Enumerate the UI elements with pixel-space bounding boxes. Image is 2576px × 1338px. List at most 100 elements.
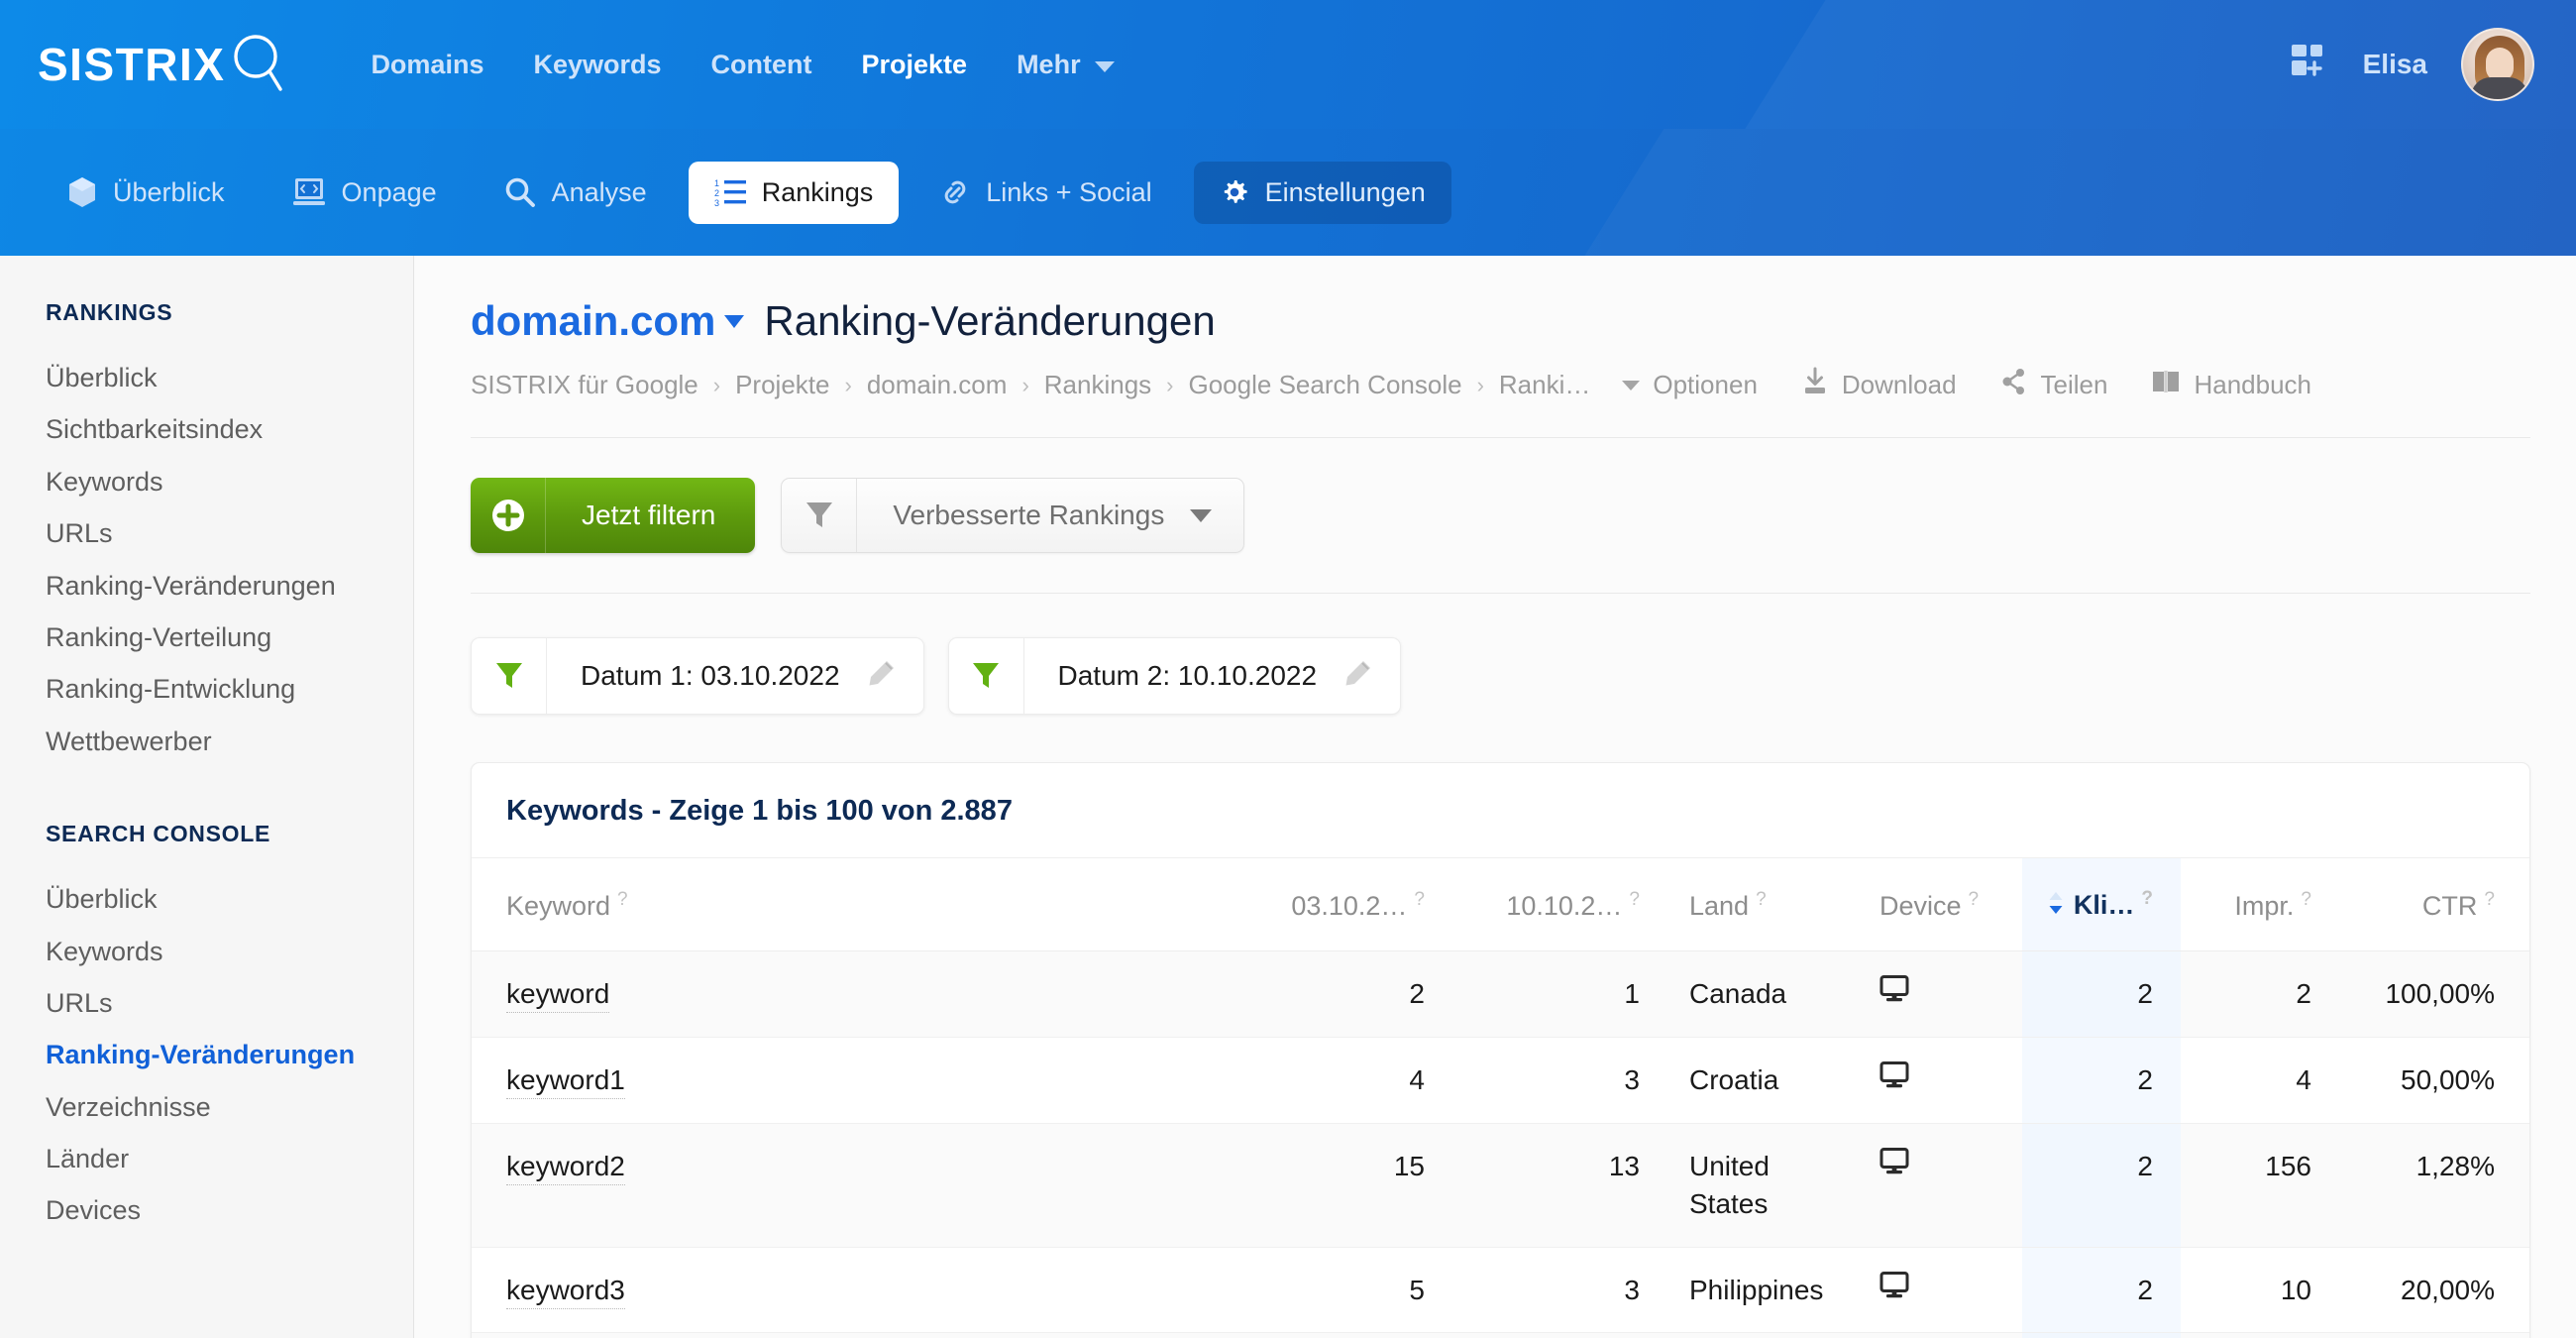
- help-icon[interactable]: ?: [1414, 889, 1425, 910]
- column-header-date1-label: 03.10.2…: [1291, 891, 1408, 922]
- user-name-label[interactable]: Elisa: [2363, 49, 2427, 80]
- keyword-link[interactable]: keyword2: [506, 1150, 625, 1185]
- sistrix-logo[interactable]: SISTRIX: [38, 32, 284, 98]
- column-header-date2[interactable]: 10.10.2…?: [1452, 858, 1665, 952]
- cell-land: Canada: [1665, 950, 1844, 1039]
- subnav-item-analyse[interactable]: Analyse: [479, 161, 673, 224]
- main-content: domain.com Ranking-Veränderungen SISTRIX…: [414, 256, 2576, 1338]
- help-icon[interactable]: ?: [1756, 889, 1767, 910]
- column-header-date2-label: 10.10.2…: [1506, 891, 1623, 922]
- help-icon[interactable]: ?: [2141, 888, 2153, 909]
- sidebar-item-wettbewerber[interactable]: Wettbewerber: [46, 716, 413, 767]
- sidebar-item-ranking-veraenderungen[interactable]: Ranking-Veränderungen: [46, 560, 413, 612]
- sidebar-item-sc-keywords[interactable]: Keywords: [46, 926, 413, 977]
- sidebar-item-sc-uberblick[interactable]: Überblick: [46, 873, 413, 925]
- subnav-item-einstellungen[interactable]: Einstellungen: [1193, 161, 1451, 224]
- breadcrumb-item-0[interactable]: SISTRIX für Google: [471, 370, 698, 400]
- handbuch-button[interactable]: Handbuch: [2151, 368, 2311, 402]
- domain-selector[interactable]: domain.com: [471, 297, 745, 345]
- table-row[interactable]: keyword1 4 3 Croatia 2 4 50,00%: [472, 1037, 2529, 1124]
- help-icon[interactable]: ?: [2301, 889, 2311, 910]
- date-chip-1[interactable]: Datum 1: 03.10.2022: [471, 637, 924, 715]
- help-icon[interactable]: ?: [617, 889, 628, 910]
- column-header-date1[interactable]: 03.10.2…?: [1239, 858, 1452, 952]
- subnav-item-label: Überblick: [113, 176, 225, 207]
- nav-item-keywords[interactable]: Keywords: [508, 40, 686, 90]
- divider: [471, 593, 2530, 594]
- date-chip-2[interactable]: Datum 2: 10.10.2022: [947, 637, 1402, 715]
- optionen-button[interactable]: Optionen: [1622, 370, 1758, 400]
- sidebar-item-laender[interactable]: Länder: [46, 1133, 413, 1184]
- table-row[interactable]: keyword2 15 13 United States 2 156 1,28%: [472, 1123, 2529, 1248]
- date-chip-2-label: Datum 2: 10.10.2022: [1057, 660, 1318, 691]
- nav-item-mehr[interactable]: Mehr: [992, 40, 1132, 90]
- sidebar-item-verzeichnisse[interactable]: Verzeichnisse: [46, 1081, 413, 1133]
- subnav-item-onpage[interactable]: Onpage: [267, 161, 463, 224]
- help-icon[interactable]: ?: [1629, 889, 1640, 910]
- primary-nav: Domains Keywords Content Projekte Mehr: [346, 40, 1131, 90]
- sidebar-item-ranking-verteilung[interactable]: Ranking-Verteilung: [46, 612, 413, 663]
- cell-date1: 15: [1239, 1123, 1452, 1248]
- jetzt-filtern-button[interactable]: Jetzt filtern: [471, 478, 756, 553]
- sidebar-item-rankings-keywords[interactable]: Keywords: [46, 456, 413, 507]
- search-icon: [504, 176, 536, 208]
- table-row[interactable]: keyword3 5 3 Philippines 2 10 20,00%: [472, 1247, 2529, 1334]
- download-button[interactable]: Download: [1801, 367, 1957, 403]
- sidebar-item-sc-ranking-veraenderungen[interactable]: Ranking-Veränderungen: [46, 1029, 413, 1080]
- keyword-link[interactable]: keyword3: [506, 1274, 625, 1309]
- avatar[interactable]: [2461, 28, 2534, 101]
- column-header-clicks[interactable]: Kli…?: [2022, 858, 2181, 952]
- nav-item-mehr-label: Mehr: [1017, 49, 1081, 79]
- column-header-ctr[interactable]: CTR?: [2339, 858, 2529, 952]
- column-header-keyword[interactable]: Keyword?: [472, 858, 1239, 952]
- column-header-impressions[interactable]: Impr.?: [2181, 858, 2339, 952]
- subnav-item-rankings[interactable]: 1 2 3 Rankings: [688, 161, 900, 224]
- nav-item-domains[interactable]: Domains: [346, 40, 508, 90]
- help-icon[interactable]: ?: [2484, 889, 2495, 910]
- sidebar-item-ranking-entwicklung[interactable]: Ranking-Entwicklung: [46, 663, 413, 715]
- table-row[interactable]: keyword 2 1 Canada 2 2 100,00%: [472, 950, 2529, 1039]
- pencil-icon[interactable]: [1342, 659, 1372, 694]
- cell-ctr: 100,00%: [2339, 950, 2529, 1039]
- funnel-icon: [472, 638, 547, 714]
- breadcrumb-item-1[interactable]: Projekte: [735, 370, 829, 400]
- nav-item-projekte[interactable]: Projekte: [837, 40, 993, 90]
- subnav-item-label: Onpage: [341, 176, 437, 207]
- ranking-filter-select[interactable]: Verbesserte Rankings: [781, 478, 1245, 553]
- date-filter-row: Datum 1: 03.10.2022 Datum 2: 10.10.2022: [471, 637, 2530, 715]
- desktop-icon: [1879, 975, 1909, 1013]
- breadcrumb-item-5[interactable]: Ranki…: [1499, 370, 1590, 400]
- sidebar-item-sc-urls[interactable]: URLs: [46, 977, 413, 1029]
- subnav-item-uberblick[interactable]: Überblick: [42, 161, 251, 224]
- cell-device: [1844, 1247, 2022, 1334]
- nav-item-content[interactable]: Content: [687, 40, 837, 90]
- keyword-link[interactable]: keyword1: [506, 1064, 625, 1100]
- plus-circle-icon: [471, 478, 546, 553]
- grid-apps-icon[interactable]: [2290, 43, 2329, 87]
- help-icon[interactable]: ?: [1969, 889, 1980, 910]
- breadcrumb-item-3[interactable]: Rankings: [1044, 370, 1151, 400]
- breadcrumb-item-4[interactable]: Google Search Console: [1189, 370, 1462, 400]
- pencil-icon[interactable]: [866, 659, 896, 694]
- keyword-link[interactable]: keyword: [506, 978, 610, 1014]
- subnav-item-links-social[interactable]: Links + Social: [914, 162, 1177, 224]
- optionen-label: Optionen: [1653, 370, 1758, 399]
- cell-clicks: 2: [2022, 950, 2181, 1039]
- breadcrumb-separator: ›: [1476, 372, 1484, 397]
- table-row[interactable]: keyword4 4 3 Malaysia 2 8 25,00%: [472, 1332, 2529, 1338]
- cell-land: Croatia: [1665, 1037, 1844, 1124]
- date-chip-1-label: Datum 1: 03.10.2022: [581, 660, 840, 691]
- sidebar-heading-search-console: SEARCH CONSOLE: [46, 821, 271, 847]
- cell-clicks: 2: [2022, 1037, 2181, 1124]
- sidebar-item-rankings-urls[interactable]: URLs: [46, 507, 413, 559]
- column-header-land[interactable]: Land?: [1665, 858, 1844, 952]
- column-header-device[interactable]: Device?: [1844, 858, 2022, 952]
- table-caption: Keywords - Zeige 1 bis 100 von 2.887: [472, 763, 2529, 858]
- breadcrumb-item-2[interactable]: domain.com: [867, 370, 1008, 400]
- breadcrumb-actions: Optionen Download Teilen Handbuch: [1622, 367, 2311, 403]
- sidebar-item-sichtbarkeitsindex[interactable]: Sichtbarkeitsindex: [46, 403, 413, 455]
- sidebar-item-rankings-uberblick[interactable]: Überblick: [46, 352, 413, 403]
- cell-date1: 2: [1239, 950, 1452, 1039]
- teilen-button[interactable]: Teilen: [2000, 367, 2107, 403]
- sidebar-item-devices[interactable]: Devices: [46, 1184, 413, 1236]
